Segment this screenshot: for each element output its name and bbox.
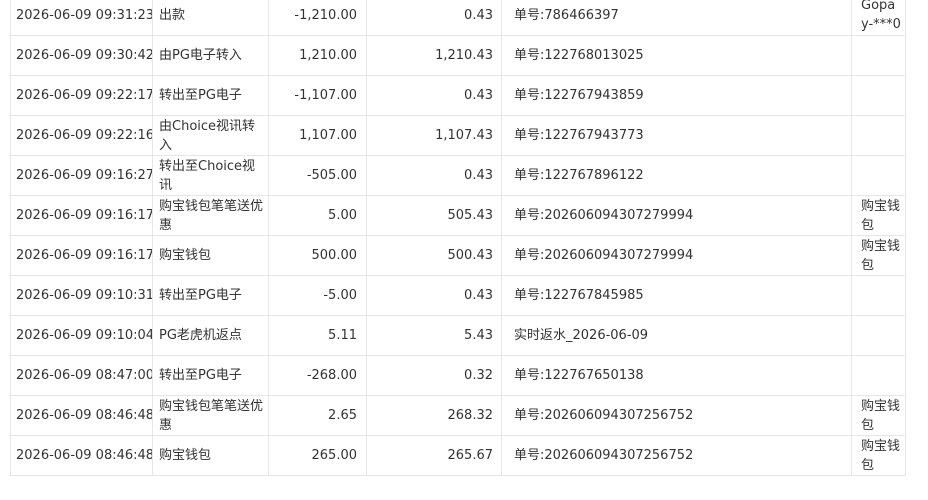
- balance-cell: 0.32: [367, 356, 502, 395]
- remark-cell: 购宝钱包: [852, 196, 906, 235]
- time-cell: 2026-06-09 08:46:48: [10, 396, 153, 435]
- time-cell: 2026-06-09 09:16:27: [10, 156, 153, 195]
- type-cell: 购宝钱包: [153, 436, 269, 475]
- balance-cell: 505.43: [367, 196, 502, 235]
- balance-cell: 5.43: [367, 316, 502, 355]
- balance-cell: 268.32: [367, 396, 502, 435]
- type-cell: 转出至PG电子: [153, 276, 269, 315]
- type-cell: 购宝钱包笔笔送优惠: [153, 396, 269, 435]
- remark-cell: [852, 356, 906, 395]
- transaction-table: 2026-06-09 09:31:23 出款 -1,210.00 0.43 单号…: [10, 0, 906, 476]
- note-cell: 单号:786466397: [502, 0, 852, 35]
- amount-cell: -1,107.00: [269, 76, 367, 115]
- time-cell: 2026-06-09 09:16:17: [10, 196, 153, 235]
- note-cell: 单号:202606094307256752: [502, 396, 852, 435]
- type-cell: 由PG电子转入: [153, 36, 269, 75]
- balance-cell: 1,107.43: [367, 116, 502, 155]
- amount-cell: 5.00: [269, 196, 367, 235]
- balance-cell: 0.43: [367, 156, 502, 195]
- table-row: 2026-06-09 09:22:17 转出至PG电子 -1,107.00 0.…: [10, 76, 906, 116]
- balance-cell: 500.43: [367, 236, 502, 275]
- type-cell: 购宝钱包笔笔送优惠: [153, 196, 269, 235]
- note-cell: 单号:202606094307279994: [502, 196, 852, 235]
- amount-cell: 1,210.00: [269, 36, 367, 75]
- type-cell: 由Choice视讯转入: [153, 116, 269, 155]
- balance-cell: 1,210.43: [367, 36, 502, 75]
- note-cell: 单号:202606094307279994: [502, 236, 852, 275]
- table-row: 2026-06-09 08:46:48 购宝钱包笔笔送优惠 2.65 268.3…: [10, 396, 906, 436]
- note-cell: 单号:122767943773: [502, 116, 852, 155]
- remark-cell: [852, 316, 906, 355]
- remark-cell: 购宝钱包: [852, 436, 906, 475]
- type-cell: 转出至PG电子: [153, 76, 269, 115]
- table-row: 2026-06-09 09:30:42 由PG电子转入 1,210.00 1,2…: [10, 36, 906, 76]
- time-cell: 2026-06-09 09:30:42: [10, 36, 153, 75]
- note-cell: 单号:122767943859: [502, 76, 852, 115]
- table-row: 2026-06-09 09:10:31 转出至PG电子 -5.00 0.43 单…: [10, 276, 906, 316]
- amount-cell: 500.00: [269, 236, 367, 275]
- table-row: 2026-06-09 09:16:17 购宝钱包笔笔送优惠 5.00 505.4…: [10, 196, 906, 236]
- remark-cell: 购宝钱包: [852, 236, 906, 275]
- remark-cell: [852, 156, 906, 195]
- remark-cell: [852, 76, 906, 115]
- note-cell: 单号:202606094307256752: [502, 436, 852, 475]
- type-cell: PG老虎机返点: [153, 316, 269, 355]
- balance-cell: 0.43: [367, 76, 502, 115]
- time-cell: 2026-06-09 09:31:23: [10, 0, 153, 35]
- balance-cell: 265.67: [367, 436, 502, 475]
- amount-cell: -268.00: [269, 356, 367, 395]
- note-cell: 单号:122767650138: [502, 356, 852, 395]
- time-cell: 2026-06-09 08:46:48: [10, 436, 153, 475]
- amount-cell: 1,107.00: [269, 116, 367, 155]
- remark-cell: 购宝钱包: [852, 396, 906, 435]
- amount-cell: 2.65: [269, 396, 367, 435]
- time-cell: 2026-06-09 09:10:04: [10, 316, 153, 355]
- note-cell: 单号:122768013025: [502, 36, 852, 75]
- note-cell: 单号:122767845985: [502, 276, 852, 315]
- amount-cell: 265.00: [269, 436, 367, 475]
- remark-cell: [852, 36, 906, 75]
- table-row: 2026-06-09 09:22:16 由Choice视讯转入 1,107.00…: [10, 116, 906, 156]
- type-cell: 出款: [153, 0, 269, 35]
- amount-cell: -5.00: [269, 276, 367, 315]
- amount-cell: -1,210.00: [269, 0, 367, 35]
- table-row: 2026-06-09 09:10:04 PG老虎机返点 5.11 5.43 实时…: [10, 316, 906, 356]
- note-cell: 实时返水_2026-06-09: [502, 316, 852, 355]
- type-cell: 转出至PG电子: [153, 356, 269, 395]
- remark-cell: [852, 276, 906, 315]
- remark-cell: [852, 116, 906, 155]
- note-cell: 单号:122767896122: [502, 156, 852, 195]
- table-row: 2026-06-09 09:31:23 出款 -1,210.00 0.43 单号…: [10, 0, 906, 36]
- table-row: 2026-06-09 08:47:00 转出至PG电子 -268.00 0.32…: [10, 356, 906, 396]
- table-row: 2026-06-09 09:16:17 购宝钱包 500.00 500.43 单…: [10, 236, 906, 276]
- time-cell: 2026-06-09 09:16:17: [10, 236, 153, 275]
- balance-cell: 0.43: [367, 0, 502, 35]
- balance-cell: 0.43: [367, 276, 502, 315]
- time-cell: 2026-06-09 09:10:31: [10, 276, 153, 315]
- time-cell: 2026-06-09 09:22:16: [10, 116, 153, 155]
- amount-cell: -505.00: [269, 156, 367, 195]
- type-cell: 转出至Choice视讯: [153, 156, 269, 195]
- table-row: 2026-06-09 09:16:27 转出至Choice视讯 -505.00 …: [10, 156, 906, 196]
- type-cell: 购宝钱包: [153, 236, 269, 275]
- time-cell: 2026-06-09 08:47:00: [10, 356, 153, 395]
- table-row: 2026-06-09 08:46:48 购宝钱包 265.00 265.67 单…: [10, 436, 906, 476]
- time-cell: 2026-06-09 09:22:17: [10, 76, 153, 115]
- remark-cell: Gopay-***0031: [852, 0, 906, 35]
- amount-cell: 5.11: [269, 316, 367, 355]
